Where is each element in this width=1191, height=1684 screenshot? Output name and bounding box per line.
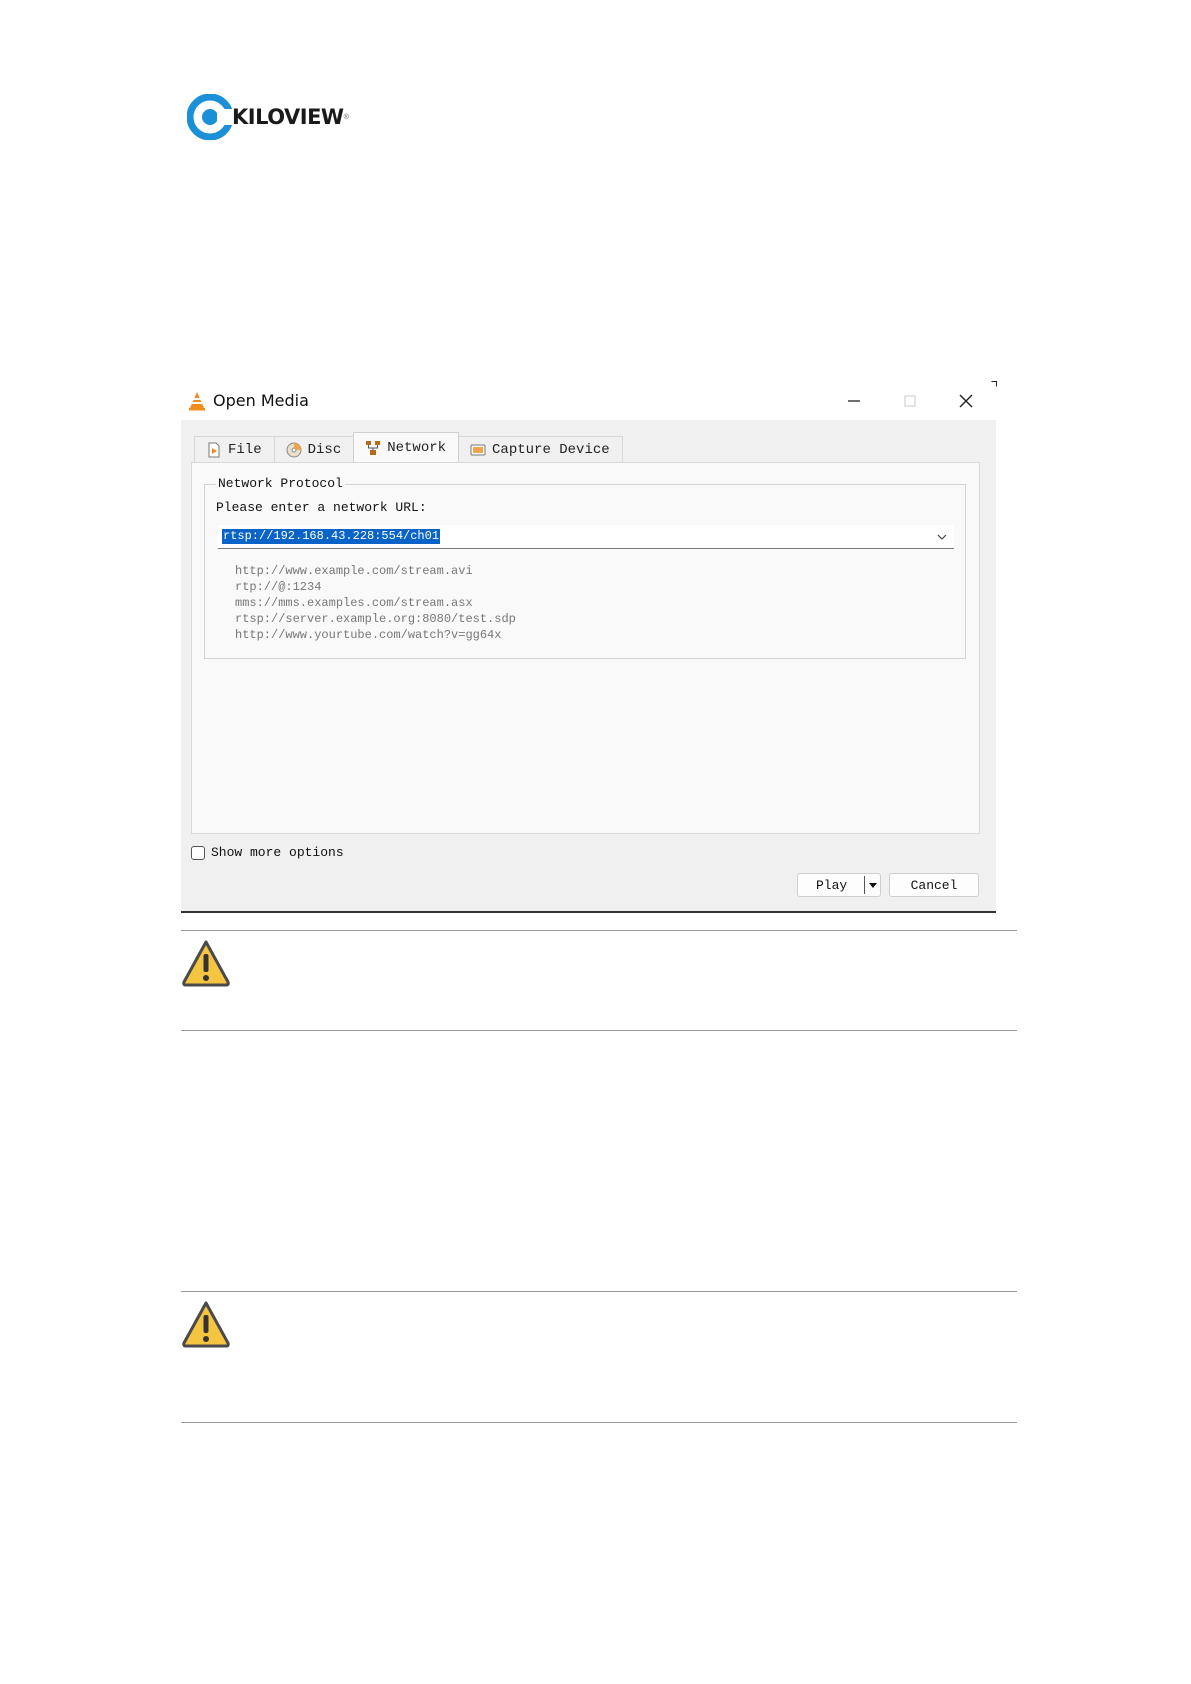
url-example: mms://mms.examples.com/stream.asx [235, 596, 473, 610]
url-examples: http://www.example.com/stream.avi rtp://… [235, 563, 516, 643]
split-divider [864, 876, 865, 894]
show-more-options-checkbox[interactable] [191, 845, 205, 860]
tab-label: File [228, 441, 262, 458]
tab-network[interactable]: Network [353, 432, 460, 462]
url-example: rtp://@:1234 [235, 580, 322, 594]
show-more-options-row[interactable]: Show more options [191, 845, 344, 860]
tab-file[interactable]: File [194, 436, 275, 462]
close-icon [959, 394, 973, 408]
tab-label: Disc [307, 441, 342, 458]
registered-mark: ® [343, 113, 349, 121]
kiloview-logo-icon [187, 94, 233, 140]
file-icon [208, 442, 220, 457]
logo-text: KILOVIEW [232, 105, 344, 129]
warning-icon [182, 940, 230, 987]
chevron-down-icon[interactable] [936, 531, 948, 543]
close-button[interactable] [943, 382, 989, 420]
minimize-button[interactable] [831, 382, 877, 420]
tab-disc[interactable]: Disc [273, 436, 355, 462]
show-more-options-label[interactable]: Show more options [211, 845, 344, 860]
maximize-button[interactable] [887, 382, 933, 420]
kiloview-logo: KILOVIEW ® [187, 93, 349, 141]
tab-capture-device[interactable]: Capture Device [458, 436, 623, 462]
play-button-label: Play [816, 877, 848, 893]
note-divider [181, 1291, 1017, 1292]
dialog-title: Open Media [213, 391, 309, 410]
title-bar[interactable]: Open Media [181, 382, 996, 420]
network-protocol-group: Network Protocol Please enter a network … [204, 476, 966, 659]
vlc-cone-icon [189, 392, 205, 411]
cancel-button[interactable]: Cancel [889, 873, 979, 897]
group-title: Network Protocol [216, 476, 345, 491]
maximize-icon [904, 395, 916, 407]
network-panel: Network Protocol Please enter a network … [191, 462, 980, 834]
tab-label: Capture Device [492, 441, 610, 458]
minimize-icon [848, 400, 860, 402]
network-icon [366, 440, 381, 455]
warning-icon [182, 1301, 230, 1348]
url-value[interactable]: rtsp://192.168.43.228:554/ch01 [222, 529, 441, 544]
play-button[interactable]: Play [797, 873, 881, 897]
open-media-dialog: Open Media File Disc Network Capture Dev… [181, 381, 997, 913]
cancel-button-label: Cancel [910, 877, 958, 893]
capture-device-icon [470, 444, 486, 455]
tab-label: Network [387, 439, 447, 456]
disc-icon [286, 442, 302, 457]
url-label: Please enter a network URL: [216, 500, 427, 515]
dropdown-arrow-icon[interactable] [869, 883, 877, 888]
tab-bar: File Disc Network Capture Device [194, 432, 623, 462]
url-example: rtsp://server.example.org:8080/test.sdp [235, 612, 516, 626]
url-example: http://www.yourtube.com/watch?v=gg64x [235, 628, 502, 642]
note-divider [181, 930, 1017, 931]
url-input[interactable]: rtsp://192.168.43.228:554/ch01 [218, 525, 954, 549]
note-divider [181, 1030, 1017, 1031]
note-divider [181, 1422, 1017, 1423]
url-example: http://www.example.com/stream.avi [235, 564, 473, 578]
